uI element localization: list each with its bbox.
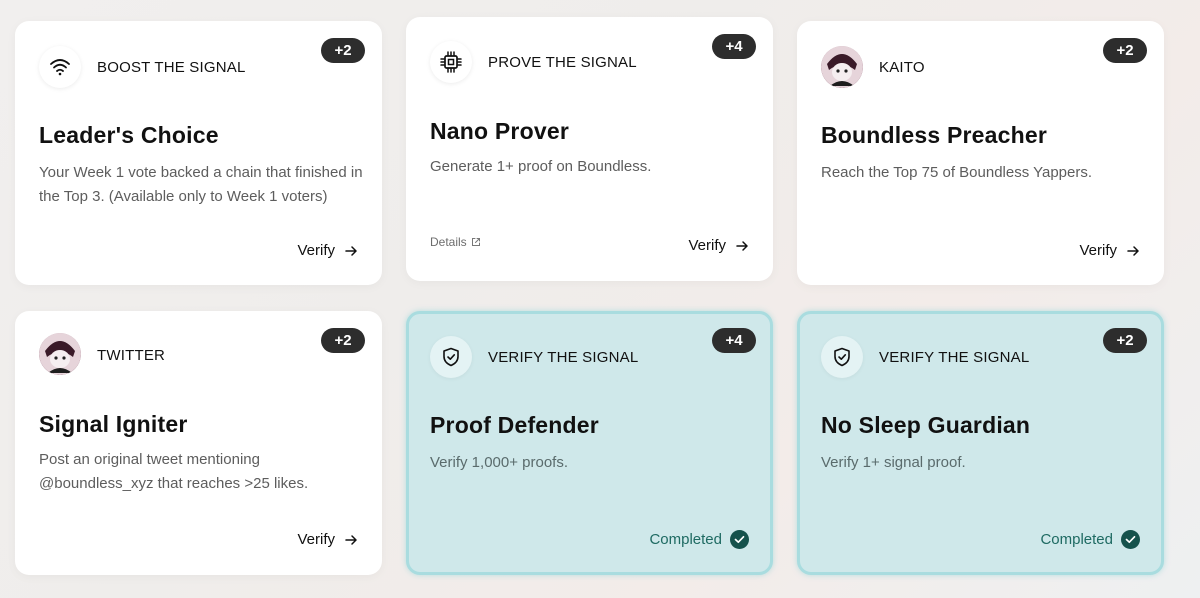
card-title: Proof Defender [430,412,599,438]
points-badge: +2 [321,38,365,63]
card-description: Generate 1+ proof on Boundless. [430,158,652,175]
completed-label: Completed [1040,531,1113,548]
card-category: BOOST THE SIGNAL [97,59,246,76]
points-badge: +2 [1103,328,1147,353]
card-category: VERIFY THE SIGNAL [879,349,1030,366]
quest-card-nano-prover: PROVE THE SIGNAL +4 Nano Prover Generate… [406,17,773,281]
verify-button[interactable]: Verify [297,531,358,548]
card-description: Your Week 1 vote backed a chain that fin… [39,164,363,205]
points-badge: +2 [1103,38,1147,63]
completed-status: Completed [1040,530,1140,549]
shield-check-icon [821,336,863,378]
card-description: Verify 1+ signal proof. [821,454,966,471]
verify-button[interactable]: Verify [688,237,749,254]
card-title: No Sleep Guardian [821,412,1031,438]
check-circle-icon [1121,530,1140,549]
verify-button[interactable]: Verify [297,242,358,259]
shield-check-icon [430,336,472,378]
verify-label: Verify [1079,242,1117,259]
card-title: Nano Prover [430,118,569,144]
card-category: PROVE THE SIGNAL [488,54,637,71]
details-link[interactable]: Details [430,235,481,249]
details-label: Details [430,235,467,249]
quest-card-signal-igniter: TWITTER +2 Signal Igniter Post an origin… [15,311,382,575]
points-badge: +4 [712,328,756,353]
check-circle-icon [730,530,749,549]
external-link-icon [471,238,480,246]
quest-card-no-sleep-guardian: VERIFY THE SIGNAL +2 No Sleep Guardian V… [797,311,1164,575]
wifi-icon [39,46,81,88]
verify-button[interactable]: Verify [1079,242,1140,259]
verify-label: Verify [688,237,726,254]
card-title: Boundless Preacher [821,122,1048,148]
quest-card-leaders-choice: BOOST THE SIGNAL +2 Leader's Choice Your… [15,21,382,285]
card-category: KAITO [879,59,925,76]
arrow-right-icon [1127,245,1139,256]
avatar [39,333,81,375]
completed-label: Completed [649,531,722,548]
arrow-right-icon [345,245,357,256]
card-category: VERIFY THE SIGNAL [488,349,639,366]
card-title: Signal Igniter [39,411,188,437]
points-badge: +2 [321,328,365,353]
card-category: TWITTER [97,347,166,364]
points-badge: +4 [712,34,756,59]
card-description: Post an original tweet mentioning @bound… [39,451,309,492]
quest-card-proof-defender: VERIFY THE SIGNAL +4 Proof Defender Veri… [406,311,773,575]
completed-status: Completed [649,530,749,549]
arrow-right-icon [345,534,357,545]
arrow-right-icon [736,240,748,251]
chip-icon [430,41,472,83]
card-description: Reach the Top 75 of Boundless Yappers. [821,164,1093,181]
card-description: Verify 1,000+ proofs. [430,454,569,471]
avatar [821,46,863,88]
card-title: Leader's Choice [39,122,219,148]
quest-card-boundless-preacher: KAITO +2 Boundless Preacher Reach the To… [797,21,1164,285]
verify-label: Verify [297,531,335,548]
verify-label: Verify [297,242,335,259]
